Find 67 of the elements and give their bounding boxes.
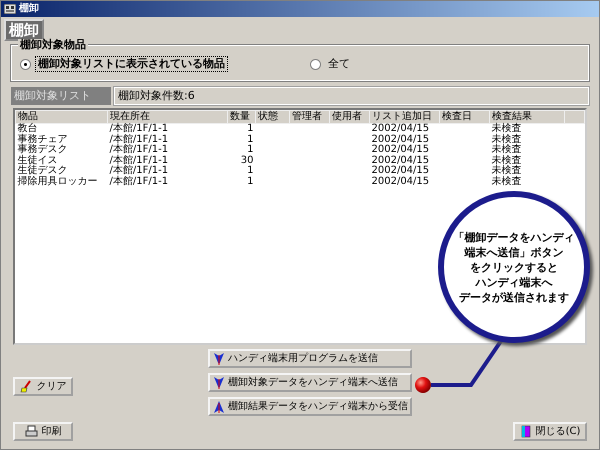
callout-text: ハンディ端末へ [476,274,552,290]
transfer-button[interactable]: 棚卸対象データをハンディ端末へ送信 [208,373,412,392]
column-header[interactable]: 数量 [228,110,256,124]
table-cell: 教台 [16,124,108,134]
callout-text: 端末へ送信」ボタン [464,244,564,260]
radio-button[interactable] [20,58,31,70]
table-cell-text: 1 [246,134,254,144]
item-count: 棚卸対象件数:6 [114,87,589,105]
table-cell-text: /本館/1F/1-1 [108,156,170,166]
table-cell-text: 生徒デスク [16,166,68,176]
option-label[interactable]: 棚卸対象リストに表示されている物品 [35,56,228,72]
table-cell-text: 30 [240,156,254,166]
table-cell-text: 1 [246,166,254,176]
column-header[interactable]: 状態 [256,110,290,124]
clear-button[interactable]: クリア [13,377,73,396]
table-cell-text: /本館/1F/1-1 [108,145,170,155]
transfer-button[interactable]: 棚卸結果データをハンディ端末から受信 [208,397,412,416]
callout-text: 「棚卸データをハンディ [454,230,574,244]
broom-icon [20,380,32,393]
table-cell-text: /本館/1F/1-1 [108,134,170,144]
table-cell: 1 [228,124,256,134]
column-header[interactable]: 物品 [16,110,108,124]
app-icon [4,4,16,14]
column-header[interactable]: 検査結果 [490,110,564,124]
printer-icon [24,425,38,438]
table-cell: /本館/1F/1-1 [108,124,228,134]
table-cell-text: 未検査 [490,156,522,166]
table-cell-text: /本館/1F/1-1 [108,176,170,187]
option-label[interactable]: 全て [325,56,353,72]
table-cell-text: 2002/04/15 [370,156,430,166]
group-label: 棚卸対象物品 [18,39,88,51]
column-header[interactable]: 使用者 [330,110,370,124]
column-header[interactable]: 管理者 [290,110,330,124]
table-cell-text: 2002/04/15 [370,134,430,144]
door-icon [520,425,532,438]
table-cell-text: 2002/04/15 [370,145,430,156]
print-button[interactable]: 印刷 [13,422,73,441]
table-cell: 1 [228,145,256,156]
list-label: 棚卸対象リスト [11,87,111,105]
table-cell-text: 2002/04/15 [370,166,430,176]
table-cell: 2002/04/15 [370,124,440,134]
transfer-button[interactable]: ハンディ端末用プログラムを送信 [208,349,412,368]
close-button[interactable]: 閉じる(C) [513,422,587,441]
table-cell-text: 1 [246,176,254,187]
column-header[interactable]: 現在所在 [108,110,228,124]
down-arrow-icon [214,352,224,364]
table-cell-text: 掃除用具ロッカー [16,176,98,187]
column-header[interactable]: リスト追加日 [370,110,440,124]
table-cell-text: 未検査 [490,145,522,155]
callout-text: データが送信されます [459,290,569,304]
down-arrow-icon [214,376,224,388]
table-cell-text: /本館/1F/1-1 [108,166,170,176]
callout-text: をクリックすると [470,260,558,274]
table-cell-text: 未検査 [490,166,522,176]
table-cell: 未検査 [490,124,564,134]
column-header[interactable]: 検査日 [440,110,490,124]
table-cell-text: 未検査 [490,176,522,187]
table-cell-text: 事務デスク [16,145,68,155]
table-cell-text: 未検査 [490,134,522,144]
table-cell: 生徒イス [16,156,108,166]
radio-button[interactable] [310,58,321,70]
window-title: 棚卸 [19,3,39,15]
pointer-dot [415,377,431,393]
table-cell-text: 2002/04/15 [370,176,430,187]
column-header-blank [564,110,584,124]
table-cell-text: 事務チェア [16,134,68,144]
up-arrow-icon [214,400,224,412]
